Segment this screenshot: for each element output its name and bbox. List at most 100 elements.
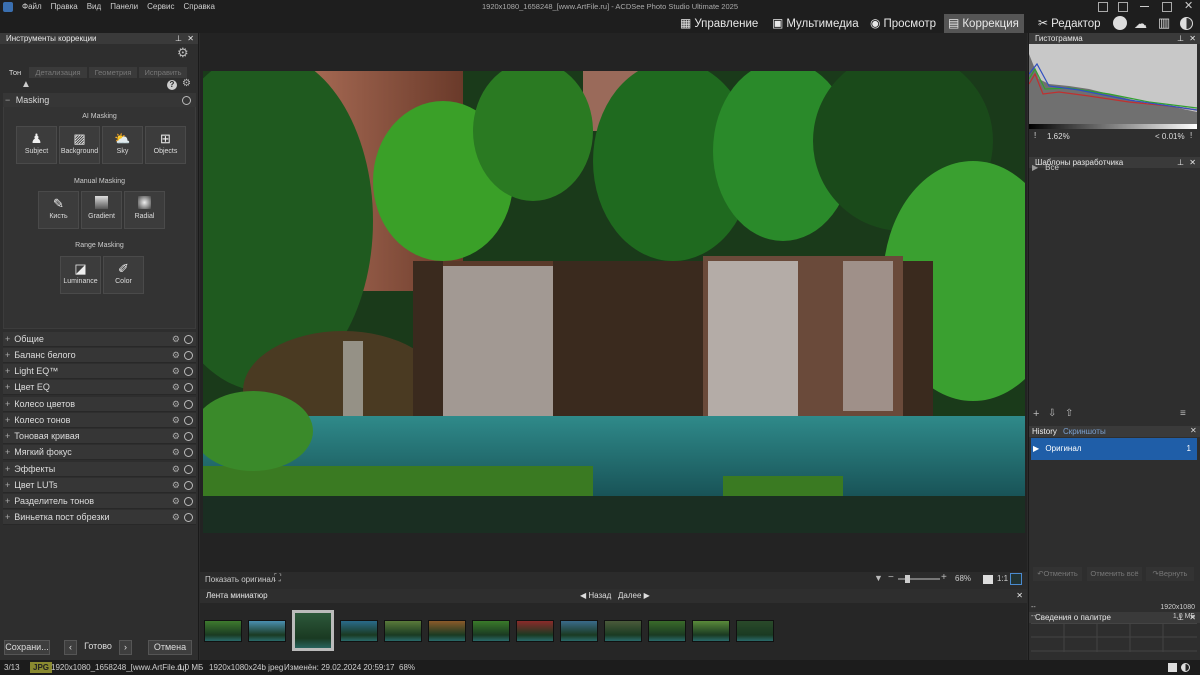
menu-file[interactable]: Файл — [22, 0, 42, 14]
adjust-general[interactable]: + Общие ⚙ — [3, 332, 196, 347]
filmstrip-thumbnail[interactable] — [384, 620, 422, 642]
tab-history[interactable]: History — [1032, 427, 1057, 436]
mask-brush-button[interactable]: ✎ Кисть — [38, 191, 79, 229]
pin-icon[interactable]: ⊥ — [1177, 157, 1184, 168]
tab-detail[interactable]: Детализация — [29, 67, 87, 78]
close-filmstrip-icon[interactable]: ✕ — [1016, 589, 1023, 603]
toggle-icon[interactable] — [184, 351, 193, 360]
minimize-button[interactable] — [1140, 6, 1149, 7]
gear-icon[interactable]: ⚙ — [172, 510, 180, 525]
add-preset-icon[interactable]: + — [1033, 408, 1039, 420]
restore-layout-icon[interactable] — [1098, 2, 1108, 12]
history-item[interactable]: ▶ Оригинал 1 — [1031, 438, 1197, 460]
adjust-soft-focus[interactable]: + Мягкий фокус ⚙ — [3, 445, 196, 460]
presets-all-item[interactable]: ▶ Все — [1032, 162, 1059, 174]
photo-canvas[interactable] — [203, 71, 1025, 533]
adjust-effects[interactable]: + Эффекты ⚙ — [3, 462, 196, 477]
mode-develop-button[interactable]: ▤ Коррекция — [944, 14, 1024, 33]
filmstrip-thumbnail[interactable] — [692, 620, 730, 642]
adjust-tone-wheel[interactable]: + Колесо тонов ⚙ — [3, 413, 196, 428]
options-icon[interactable]: ⚙ — [182, 78, 191, 89]
menu-edit[interactable]: Правка — [51, 0, 78, 14]
filmstrip-thumbnail[interactable] — [248, 620, 286, 642]
zoom-in-icon[interactable]: + — [941, 572, 947, 583]
adjust-light-eq[interactable]: + Light EQ™ ⚙ — [3, 364, 196, 379]
mask-subject-button[interactable]: ♟ Subject — [16, 126, 57, 164]
close-panel-icon[interactable]: ✕ — [1189, 157, 1196, 168]
menu-panels[interactable]: Панели — [110, 0, 138, 14]
done-button[interactable]: Готово — [79, 640, 117, 655]
adjust-color-eq[interactable]: + Цвет EQ ⚙ — [3, 380, 196, 395]
tab-snapshots[interactable]: Скриншоты — [1063, 427, 1106, 436]
gear-icon[interactable]: ⚙ — [172, 380, 180, 395]
settings-icon[interactable]: ⚙ — [177, 45, 189, 61]
redo-button[interactable]: ↷Вернуть — [1146, 567, 1194, 581]
actual-size-button[interactable]: 1:1 — [997, 574, 1008, 583]
highlight-clip-icon[interactable]: ! — [1190, 131, 1192, 140]
adjust-tone-curve[interactable]: + Тоновая кривая ⚙ — [3, 429, 196, 444]
gear-icon[interactable]: ⚙ — [172, 429, 180, 444]
contrast-icon[interactable] — [1180, 17, 1193, 30]
toggle-icon[interactable] — [184, 367, 193, 376]
filmstrip-thumbnail[interactable] — [204, 620, 242, 642]
undo-all-button[interactable]: Отменить всё — [1087, 567, 1142, 581]
filmstrip-thumbnail[interactable] — [736, 620, 774, 642]
filmstrip-thumbnail[interactable] — [516, 620, 554, 642]
filmstrip-back-button[interactable]: ◀ Назад — [580, 591, 611, 601]
mask-luminance-button[interactable]: ◪ Luminance — [60, 256, 101, 294]
gear-icon[interactable]: ⚙ — [172, 413, 180, 428]
tab-tone[interactable]: Тон — [3, 67, 27, 78]
layout-icon[interactable] — [1118, 2, 1128, 12]
filmstrip-thumbnail[interactable] — [340, 620, 378, 642]
filmstrip-next-button[interactable]: Далее ▶ — [618, 591, 650, 601]
toggle-icon[interactable] — [184, 465, 193, 474]
adjust-color-wheel[interactable]: + Колесо цветов ⚙ — [3, 397, 196, 412]
filmstrip-thumbnail[interactable] — [604, 620, 642, 642]
filmstrip-thumbnail[interactable] — [428, 620, 466, 642]
toggle-icon[interactable] — [184, 481, 193, 490]
adjust-white-balance[interactable]: + Баланс белого ⚙ — [3, 348, 196, 363]
save-button[interactable]: Сохрани... — [4, 640, 50, 655]
show-original-button[interactable]: Показать оригинал — [205, 574, 276, 586]
cancel-button[interactable]: Отмена — [148, 640, 192, 655]
mask-sky-button[interactable]: ⛅ Sky — [102, 126, 143, 164]
mask-background-button[interactable]: ▨ Background — [59, 126, 100, 164]
cloud-icon[interactable]: ☁ — [1134, 16, 1147, 32]
tab-geometry[interactable]: Геометрия — [89, 67, 137, 78]
masking-toggle[interactable] — [182, 96, 191, 105]
gear-icon[interactable]: ⚙ — [172, 332, 180, 347]
view-mode-icon[interactable] — [1168, 663, 1177, 672]
mask-gradient-button[interactable]: Gradient — [81, 191, 122, 229]
filmstrip-thumbnail[interactable] — [648, 620, 686, 642]
toggle-icon[interactable] — [184, 497, 193, 506]
gear-icon[interactable]: ⚙ — [172, 462, 180, 477]
menu-view[interactable]: Вид — [87, 0, 101, 14]
shadow-clip-icon[interactable]: ! — [1034, 131, 1036, 140]
gear-icon[interactable]: ⚙ — [172, 397, 180, 412]
zoom-slider-handle[interactable] — [905, 575, 910, 583]
mode-manage-button[interactable]: ▦ Управление — [676, 14, 763, 33]
adjust-post-crop-vignette[interactable]: + Виньетка пост обрезки ⚙ — [3, 510, 196, 525]
mask-radial-button[interactable]: Radial — [124, 191, 165, 229]
gear-icon[interactable]: ⚙ — [172, 478, 180, 493]
mask-objects-button[interactable]: ⊞ Objects — [145, 126, 186, 164]
zoom-out-icon[interactable]: − — [888, 572, 894, 583]
pin-icon[interactable]: ⊥ — [175, 33, 182, 44]
masking-header[interactable]: − Masking — [3, 93, 196, 107]
mode-media-button[interactable]: ▣ Мультимедиа — [768, 14, 864, 33]
mode-view-button[interactable]: ◉ Просмотр — [866, 14, 941, 33]
pin-icon[interactable]: ⊥ — [1177, 33, 1184, 44]
gear-icon[interactable]: ⚙ — [172, 364, 180, 379]
fullscreen-icon[interactable]: ⛶ — [274, 573, 281, 584]
toggle-icon[interactable] — [184, 432, 193, 441]
fit-icon[interactable] — [983, 575, 993, 584]
close-panel-icon[interactable]: ✕ — [187, 33, 194, 44]
mode-edit-button[interactable]: ✂ Редактор — [1034, 14, 1106, 33]
menu-help[interactable]: Справка — [184, 0, 215, 14]
zoom-menu-icon[interactable]: ▼ — [874, 573, 883, 583]
import-preset-icon[interactable]: ⇩ — [1048, 408, 1056, 419]
tab-repair[interactable]: Исправить — [139, 67, 187, 78]
help-icon[interactable]: ? — [167, 80, 177, 90]
gear-icon[interactable]: ⚙ — [172, 348, 180, 363]
undo-button[interactable]: ↶Отменить — [1033, 567, 1082, 581]
